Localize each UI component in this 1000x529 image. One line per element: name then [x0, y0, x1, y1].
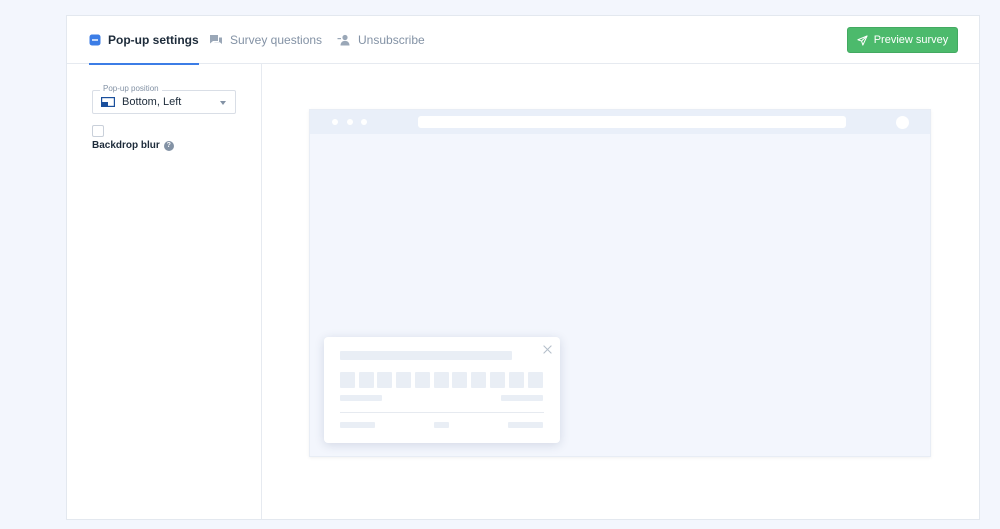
tab-label: Unsubscribe — [358, 33, 425, 47]
square-minus-icon — [89, 34, 101, 46]
scale-option-placeholder — [396, 372, 411, 388]
send-icon — [857, 34, 868, 46]
scale-option-placeholder — [509, 372, 524, 388]
chat-bubbles-icon — [210, 35, 222, 44]
window-dot-icon — [347, 119, 353, 125]
question-placeholder — [340, 351, 512, 360]
browser-toolbar — [310, 110, 930, 134]
scale-option-placeholder — [528, 372, 543, 388]
address-bar-placeholder — [418, 116, 846, 128]
window-dot-icon — [332, 119, 338, 125]
profile-circle-icon — [896, 116, 909, 129]
tab-survey-questions[interactable]: Survey questions — [209, 16, 322, 64]
scale-min-label-placeholder — [340, 395, 382, 401]
popup-preview-browser — [309, 109, 931, 457]
scale-option-placeholder — [434, 372, 449, 388]
scale-option-placeholder — [377, 372, 392, 388]
help-icon[interactable]: ? — [163, 140, 174, 151]
scale-option-placeholder — [452, 372, 467, 388]
tab-bar: Pop-up settings Survey questions Unsubsc… — [67, 16, 979, 65]
scale-option-placeholder — [359, 372, 374, 388]
popup-preview — [324, 337, 560, 443]
chevron-down-icon — [220, 101, 226, 105]
scale-option-placeholder — [340, 372, 355, 388]
settings-sidebar: Bottom, Left Pop-up position Backdrop bl… — [67, 64, 262, 519]
backdrop-blur-checkbox[interactable] — [92, 125, 104, 137]
footer-placeholder — [340, 422, 375, 428]
tab-unsubscribe[interactable]: Unsubscribe — [337, 16, 425, 64]
close-icon — [543, 345, 552, 354]
settings-panel: Pop-up settings Survey questions Unsubsc… — [66, 15, 980, 520]
layout-bottom-left-icon — [101, 97, 115, 107]
scale-option-placeholder — [415, 372, 430, 388]
backdrop-blur-label: Backdrop blur ? — [92, 140, 174, 151]
tab-label: Survey questions — [230, 33, 323, 47]
popup-divider — [340, 412, 544, 413]
preview-survey-label: Preview survey — [873, 34, 949, 46]
scale-max-label-placeholder — [501, 395, 543, 401]
footer-placeholder — [434, 422, 449, 428]
popup-position-value: Bottom, Left — [122, 96, 182, 108]
popup-position-select[interactable]: Bottom, Left — [92, 90, 236, 114]
tab-popup-settings[interactable]: Pop-up settings — [89, 16, 199, 65]
scale-option-placeholder — [490, 372, 505, 388]
footer-placeholder — [508, 422, 543, 428]
scale-option-placeholder — [471, 372, 486, 388]
popup-position-label: Pop-up position — [100, 84, 162, 93]
window-dot-icon — [361, 119, 367, 125]
user-minus-icon — [337, 34, 350, 46]
preview-survey-button[interactable]: Preview survey — [847, 27, 958, 53]
backdrop-blur-text: Backdrop blur — [92, 140, 160, 151]
tab-label: Pop-up settings — [108, 33, 199, 47]
